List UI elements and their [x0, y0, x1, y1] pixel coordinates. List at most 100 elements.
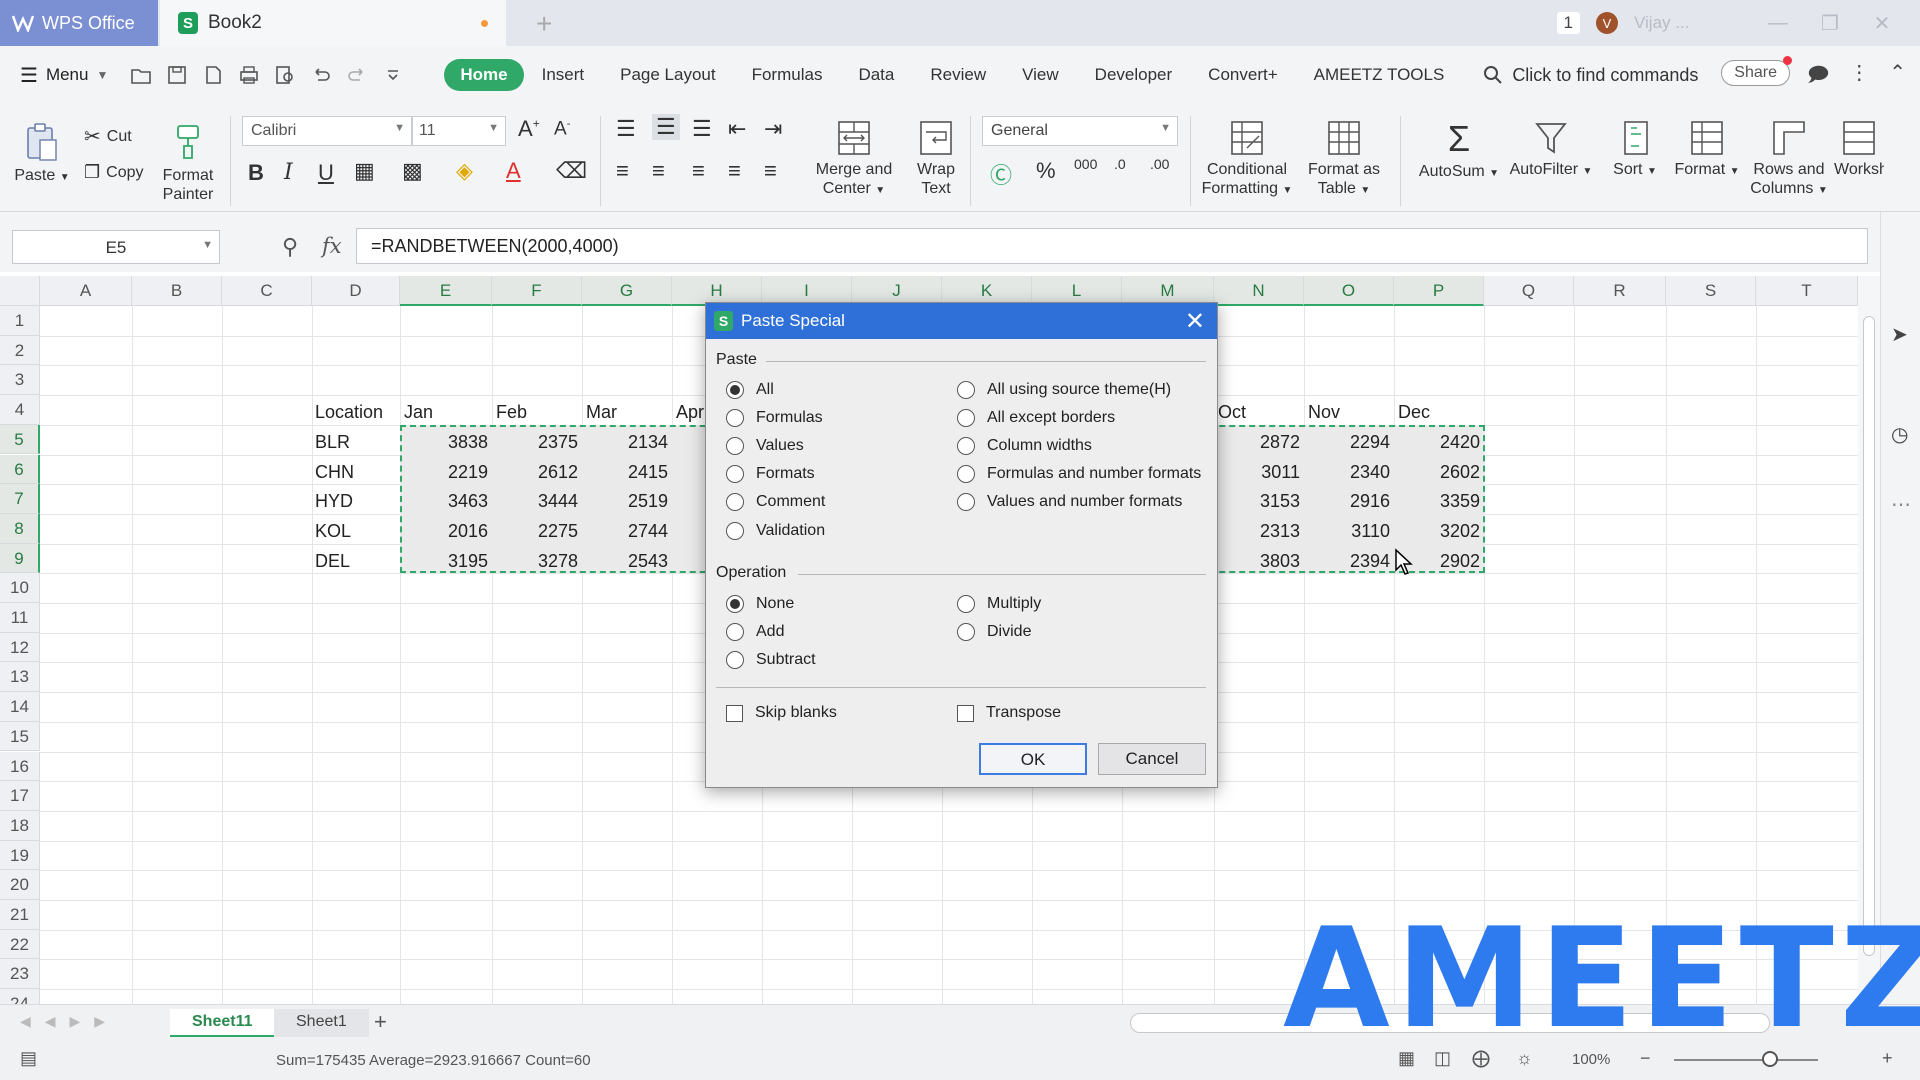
cell-o7[interactable]: 2916: [1304, 487, 1394, 516]
row-header-19[interactable]: 19: [0, 840, 40, 871]
notification-count[interactable]: 1: [1556, 12, 1580, 34]
operation-multiply[interactable]: Multiply: [957, 595, 1041, 613]
tab-developer[interactable]: Developer: [1077, 59, 1191, 91]
number-format-select[interactable]: General ▼: [982, 116, 1178, 146]
ok-button[interactable]: OK: [979, 743, 1087, 775]
row-header-11[interactable]: 11: [0, 603, 40, 633]
decrease-indent-icon[interactable]: ⇤: [728, 116, 746, 142]
align-middle-icon[interactable]: ☰: [652, 114, 680, 140]
paste-option-except-borders[interactable]: All except borders: [957, 409, 1115, 427]
cell-f6[interactable]: 2612: [492, 458, 582, 487]
tab-page-layout[interactable]: Page Layout: [602, 59, 733, 91]
cell-n7[interactable]: 3153: [1214, 487, 1304, 516]
paste-option-formats[interactable]: Formats: [726, 465, 815, 483]
align-center-icon[interactable]: ≡: [652, 158, 665, 184]
cut-button[interactable]: ✂ Cut: [84, 124, 132, 149]
cell-e4[interactable]: Jan: [404, 398, 490, 427]
customize-toolbar-icon[interactable]: [382, 64, 404, 86]
font-color-icon[interactable]: A: [506, 158, 521, 184]
row-header-20[interactable]: 20: [0, 870, 40, 900]
radio-selected[interactable]: [726, 595, 744, 613]
row-header-4[interactable]: 4: [0, 395, 40, 425]
row-header-24[interactable]: 24: [0, 989, 40, 1004]
align-right-icon[interactable]: ≡: [692, 158, 705, 184]
radio[interactable]: [726, 437, 744, 455]
font-family-select[interactable]: Calibri ▼: [242, 116, 412, 146]
cell-o8[interactable]: 3110: [1304, 517, 1394, 546]
row-header-21[interactable]: 21: [0, 900, 40, 930]
find-commands[interactable]: Click to find commands: [1482, 64, 1698, 86]
close-window-icon[interactable]: ✕: [1864, 11, 1900, 36]
percent-icon[interactable]: %: [1036, 158, 1056, 184]
cell-f7[interactable]: 3444: [492, 487, 582, 516]
vertical-scrollbar[interactable]: [1858, 276, 1880, 1004]
row-header-10[interactable]: 10: [0, 573, 40, 603]
open-folder-icon[interactable]: [130, 64, 152, 86]
cell-d5[interactable]: BLR: [315, 428, 400, 457]
row-header-5[interactable]: 5: [0, 424, 40, 455]
transpose-checkbox[interactable]: Transpose: [957, 704, 1061, 722]
undo-icon[interactable]: [310, 64, 332, 86]
paste-option-all[interactable]: All: [726, 381, 774, 399]
cell-o5[interactable]: 2294: [1304, 428, 1394, 457]
cancel-button[interactable]: Cancel: [1098, 743, 1206, 775]
row-header-9[interactable]: 9: [0, 543, 40, 574]
cell-p4[interactable]: Dec: [1398, 398, 1484, 427]
sheet-navigation-arrows[interactable]: ◀◀▶▶: [20, 1013, 119, 1030]
align-bottom-icon[interactable]: ☰: [692, 116, 712, 142]
zoom-formula-icon[interactable]: ⚲: [282, 234, 298, 260]
share-button[interactable]: Share: [1721, 56, 1792, 86]
tab-review[interactable]: Review: [912, 59, 1004, 91]
column-header-n[interactable]: N: [1214, 276, 1304, 306]
dialog-title-bar[interactable]: S Paste Special ✕: [706, 303, 1217, 339]
column-header-p[interactable]: P: [1394, 276, 1484, 306]
cell-n8[interactable]: 2313: [1214, 517, 1304, 546]
history-icon[interactable]: ◷: [1891, 422, 1908, 447]
row-header-14[interactable]: 14: [0, 692, 40, 722]
tab-ameetz-tools[interactable]: AMEETZ TOOLS: [1296, 59, 1463, 91]
tab-insert[interactable]: Insert: [524, 59, 603, 91]
column-header-g[interactable]: G: [582, 276, 672, 306]
sheet-tab-sheet11[interactable]: Sheet11: [170, 1009, 275, 1037]
radio[interactable]: [957, 409, 975, 427]
column-header-e[interactable]: E: [400, 276, 492, 306]
row-header-3[interactable]: 3: [0, 365, 40, 396]
main-menu-button[interactable]: ☰ Menu ▼: [20, 63, 108, 88]
cell-p6[interactable]: 2602: [1394, 458, 1484, 487]
cell-e6[interactable]: 2219: [400, 458, 492, 487]
radio[interactable]: [726, 623, 744, 641]
cell-o4[interactable]: Nov: [1308, 398, 1394, 427]
vertical-scroll-thumb[interactable]: [1863, 316, 1875, 956]
cell-f8[interactable]: 2275: [492, 517, 582, 546]
dialog-close-icon[interactable]: ✕: [1185, 307, 1205, 336]
italic-icon[interactable]: I: [284, 160, 293, 185]
cell-f4[interactable]: Feb: [496, 398, 582, 427]
column-header-b[interactable]: B: [132, 276, 222, 306]
autosum-button[interactable]: Σ AutoSum ▼: [1414, 120, 1504, 183]
format-button[interactable]: Format ▼: [1672, 120, 1742, 181]
macro-icon[interactable]: ▤: [20, 1048, 37, 1069]
radio[interactable]: [726, 465, 744, 483]
more-options-icon[interactable]: ⋮: [1849, 60, 1869, 94]
cell-e5[interactable]: 3838: [400, 428, 492, 457]
radio[interactable]: [726, 651, 744, 669]
cell-d9[interactable]: DEL: [315, 547, 400, 576]
more-icon[interactable]: ⋯: [1891, 492, 1911, 517]
paste-button[interactable]: Paste ▼: [12, 122, 72, 187]
cell-g5[interactable]: 2134: [582, 428, 672, 457]
row-header-22[interactable]: 22: [0, 929, 40, 960]
radio[interactable]: [726, 493, 744, 511]
format-as-table-button[interactable]: Format as Table ▼: [1302, 120, 1386, 200]
operation-none[interactable]: None: [726, 595, 794, 613]
cell-d6[interactable]: CHN: [315, 458, 400, 487]
thousands-separator-icon[interactable]: 000: [1074, 156, 1097, 172]
cell-g9[interactable]: 2543: [582, 547, 672, 576]
column-header-q[interactable]: Q: [1484, 276, 1574, 306]
tab-view[interactable]: View: [1004, 59, 1077, 91]
row-header-13[interactable]: 13: [0, 662, 40, 693]
sheet-tab-sheet1[interactable]: Sheet1: [274, 1009, 369, 1037]
cell-n9[interactable]: 3803: [1214, 547, 1304, 576]
operation-subtract[interactable]: Subtract: [726, 651, 816, 669]
row-header-23[interactable]: 23: [0, 959, 40, 990]
avatar[interactable]: V: [1596, 12, 1618, 34]
